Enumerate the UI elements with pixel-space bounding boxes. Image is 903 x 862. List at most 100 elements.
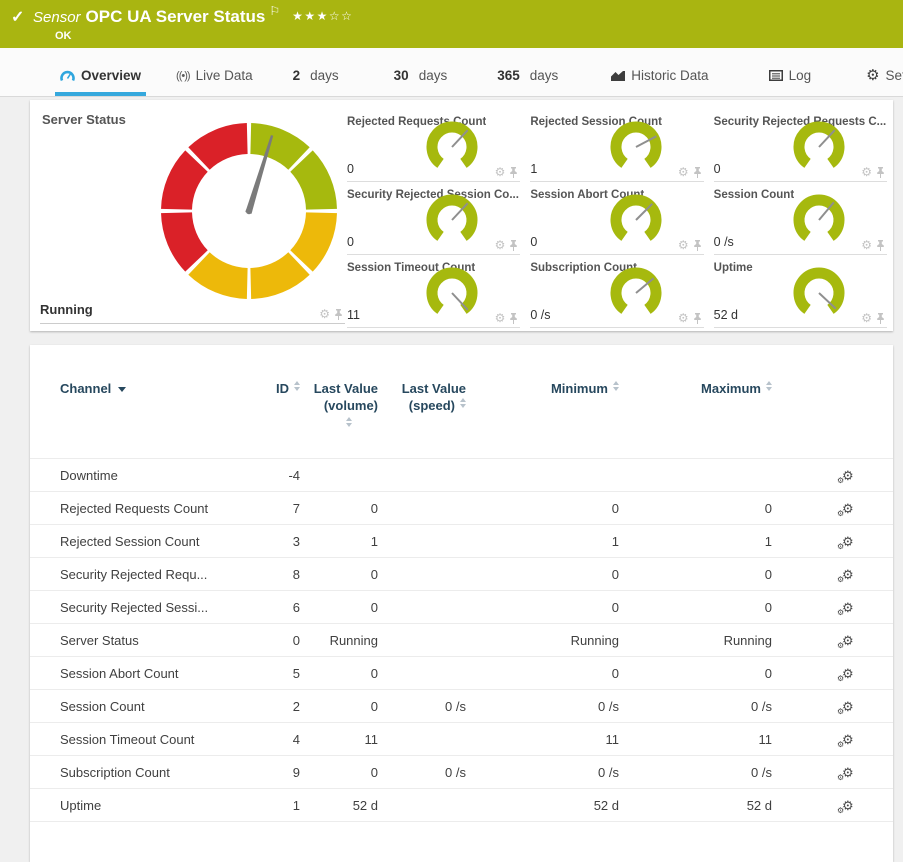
gauge-tile-session-abort-count[interactable]: Session Abort Count0⚙ [530, 182, 703, 255]
channel-settings-icon[interactable]: ⚙⚙ [842, 765, 854, 780]
channel-minimum: 0 /s [466, 755, 619, 788]
col-header-id[interactable]: ID [235, 371, 300, 458]
gauge-gear-icon[interactable]: ⚙ [678, 312, 689, 324]
gauge-gear-icon[interactable]: ⚙ [861, 166, 872, 178]
pin-icon[interactable] [509, 240, 518, 251]
pin-icon[interactable] [693, 313, 702, 324]
pin-icon[interactable] [693, 167, 702, 178]
channel-id: 1 [235, 788, 300, 821]
priority-stars[interactable]: ★★★☆☆ [292, 9, 353, 23]
channel-name[interactable]: Security Rejected Sessi... [30, 590, 235, 623]
gauge-tile-rejected-requests-count[interactable]: Rejected Requests Count0⚙ [347, 109, 520, 182]
gauge-gear-icon[interactable]: ⚙ [678, 166, 689, 178]
channel-settings-icon[interactable]: ⚙⚙ [842, 798, 854, 813]
pin-icon[interactable] [876, 313, 885, 324]
channel-name[interactable]: Uptime [30, 788, 235, 821]
pin-icon[interactable] [693, 240, 702, 251]
gauge-tile-security-rejected-requests-c[interactable]: Security Rejected Requests C...0⚙ [714, 109, 887, 182]
gauge-gear-icon[interactable]: ⚙ [319, 308, 330, 320]
gauge-tile-value: 1 [530, 162, 537, 176]
gauge-tile-session-count[interactable]: Session Count0 /s⚙ [714, 182, 887, 255]
channel-settings-icon[interactable]: ⚙⚙ [842, 699, 854, 714]
channel-name[interactable]: Session Timeout Count [30, 722, 235, 755]
tab-settings[interactable]: ⚙Settings [861, 68, 903, 96]
tab-historic-data[interactable]: Historic Data [606, 68, 713, 96]
channel-settings-icon[interactable]: ⚙⚙ [842, 468, 854, 483]
col-header-last-value-speed[interactable]: Last Value (speed) [378, 371, 466, 458]
channel-last-value-volume: 11 [300, 722, 378, 755]
channel-row-server-status[interactable]: Server Status0RunningRunningRunning⚙⚙ [30, 623, 893, 656]
channel-last-value-volume: 0 [300, 590, 378, 623]
channel-row-security-rejected-requ[interactable]: Security Rejected Requ...8000⚙⚙ [30, 557, 893, 590]
channel-id: 7 [235, 491, 300, 524]
col-header-last-value-volume[interactable]: Last Value (volume) [300, 371, 378, 458]
gauge-gear-icon[interactable]: ⚙ [495, 166, 506, 178]
gauge-tile-value: 0 [530, 235, 537, 249]
channel-last-value-speed [378, 788, 466, 821]
channel-maximum: 0 [619, 491, 772, 524]
gauge-icon [60, 69, 75, 82]
pin-icon[interactable] [876, 167, 885, 178]
channel-name[interactable]: Session Abort Count [30, 656, 235, 689]
tab-label: Historic Data [631, 68, 708, 83]
channel-settings-icon[interactable]: ⚙⚙ [842, 600, 854, 615]
channel-name[interactable]: Server Status [30, 623, 235, 656]
gauge-gear-icon[interactable]: ⚙ [861, 312, 872, 324]
pin-icon[interactable] [334, 309, 343, 320]
channel-row-rejected-requests-count[interactable]: Rejected Requests Count7000⚙⚙ [30, 491, 893, 524]
channel-name[interactable]: Rejected Requests Count [30, 491, 235, 524]
pin-icon[interactable] [876, 240, 885, 251]
channel-name[interactable]: Rejected Session Count [30, 524, 235, 557]
flag-icon[interactable]: ⚐ [269, 4, 280, 18]
historic-chart-icon [611, 70, 625, 82]
tab-365-days[interactable]: 365days [492, 68, 563, 96]
channel-row-security-rejected-sessi[interactable]: Security Rejected Sessi...6000⚙⚙ [30, 590, 893, 623]
table-header-row: Channel ID Last Value (volume) Last Valu… [30, 371, 893, 458]
channel-maximum: 0 [619, 557, 772, 590]
channel-actions: ⚙⚙ [772, 788, 893, 821]
col-header-channel[interactable]: Channel [30, 371, 235, 458]
gauge-tile-rejected-session-count[interactable]: Rejected Session Count1⚙ [530, 109, 703, 182]
gauge-gear-icon[interactable]: ⚙ [495, 239, 506, 251]
tab-overview[interactable]: Overview [55, 68, 146, 96]
gauge-gear-icon[interactable]: ⚙ [861, 239, 872, 251]
tab-live-data[interactable]: ((•))Live Data [171, 68, 258, 96]
channel-name[interactable]: Subscription Count [30, 755, 235, 788]
pin-icon[interactable] [509, 167, 518, 178]
gauge-tile-value: 0 [347, 235, 354, 249]
channel-name[interactable]: Session Count [30, 689, 235, 722]
channel-settings-icon[interactable]: ⚙⚙ [842, 732, 854, 747]
gauge-tile-value: 11 [347, 308, 360, 322]
gauge-tile-security-rejected-session-co[interactable]: Security Rejected Session Co...0⚙ [347, 182, 520, 255]
main-gauge-tile[interactable]: Server Status Running ⚙ [30, 100, 345, 331]
gauge-gear-icon[interactable]: ⚙ [495, 312, 506, 324]
channel-row-subscription-count[interactable]: Subscription Count900 /s0 /s0 /s⚙⚙ [30, 755, 893, 788]
channel-row-downtime[interactable]: Downtime-4⚙⚙ [30, 458, 893, 491]
channel-row-session-count[interactable]: Session Count200 /s0 /s0 /s⚙⚙ [30, 689, 893, 722]
gauge-tile-uptime[interactable]: Uptime52 d⚙ [714, 255, 887, 328]
tab-30-days[interactable]: 30days [389, 68, 453, 96]
channel-name[interactable]: Downtime [30, 458, 235, 491]
channel-maximum: 11 [619, 722, 772, 755]
col-header-minimum[interactable]: Minimum [466, 371, 619, 458]
tab-2-days[interactable]: 2days [288, 68, 344, 96]
sensor-title-line: SensorOPC UA Server Status⚐★★★☆☆ [33, 4, 353, 27]
channel-row-session-abort-count[interactable]: Session Abort Count5000⚙⚙ [30, 656, 893, 689]
mini-gauge [424, 264, 480, 320]
channel-settings-icon[interactable]: ⚙⚙ [842, 567, 854, 582]
channel-name[interactable]: Security Rejected Requ... [30, 557, 235, 590]
gauge-gear-icon[interactable]: ⚙ [678, 239, 689, 251]
tab-label: days [419, 68, 448, 83]
col-header-maximum[interactable]: Maximum [619, 371, 772, 458]
channel-settings-icon[interactable]: ⚙⚙ [842, 501, 854, 516]
pin-icon[interactable] [509, 313, 518, 324]
channel-row-uptime[interactable]: Uptime152 d52 d52 d⚙⚙ [30, 788, 893, 821]
channel-row-session-timeout-count[interactable]: Session Timeout Count4111111⚙⚙ [30, 722, 893, 755]
channel-row-rejected-session-count[interactable]: Rejected Session Count3111⚙⚙ [30, 524, 893, 557]
gauge-tile-session-timeout-count[interactable]: Session Timeout Count11⚙ [347, 255, 520, 328]
channel-settings-icon[interactable]: ⚙⚙ [842, 633, 854, 648]
gauge-tile-subscription-count[interactable]: Subscription Count0 /s⚙ [530, 255, 703, 328]
channel-settings-icon[interactable]: ⚙⚙ [842, 666, 854, 681]
tab-log[interactable]: Log [764, 68, 817, 96]
channel-settings-icon[interactable]: ⚙⚙ [842, 534, 854, 549]
